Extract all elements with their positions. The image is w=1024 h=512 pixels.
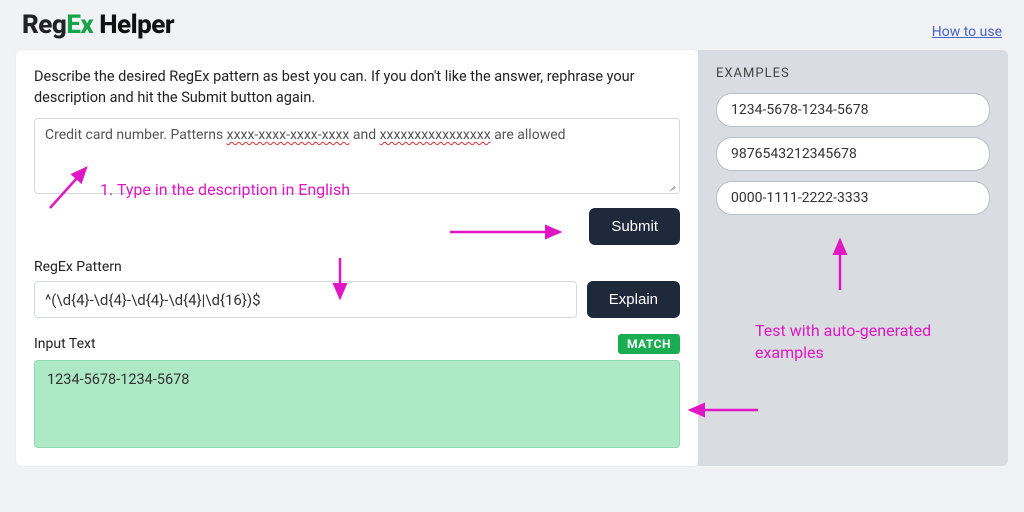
logo-suffix: Helper — [93, 10, 174, 40]
regex-pattern-input[interactable] — [34, 281, 577, 318]
logo-accent: Ex — [66, 10, 93, 40]
examples-heading: EXAMPLES — [716, 66, 990, 81]
regex-pattern-label: RegEx Pattern — [34, 259, 680, 275]
main-panel: Describe the desired RegEx pattern as be… — [16, 50, 698, 466]
submit-button[interactable]: Submit — [589, 208, 680, 245]
description-pattern2: xxxxxxxxxxxxxxxx — [380, 127, 491, 143]
description-pattern1: xxxx-xxxx-xxxx-xxxx — [227, 127, 350, 143]
match-badge: MATCH — [618, 334, 680, 354]
description-input[interactable]: Credit card number. Patterns xxxx-xxxx-x… — [34, 118, 680, 194]
input-text-value: 1234-5678-1234-5678 — [47, 371, 189, 388]
resize-handle-icon[interactable] — [667, 181, 677, 191]
description-text-part: Credit card number. Patterns — [45, 127, 227, 143]
example-item[interactable]: 1234-5678-1234-5678 — [716, 93, 990, 127]
example-item[interactable]: 0000-1111-2222-3333 — [716, 181, 990, 215]
explain-button[interactable]: Explain — [587, 281, 680, 318]
input-text-area[interactable]: 1234-5678-1234-5678 — [34, 360, 680, 448]
app-logo: RegEx Helper — [22, 10, 174, 40]
input-text-label: Input Text — [34, 336, 96, 352]
instructions-text: Describe the desired RegEx pattern as be… — [34, 66, 680, 108]
how-to-use-link[interactable]: How to use — [932, 24, 1002, 40]
example-item[interactable]: 9876543212345678 — [716, 137, 990, 171]
logo-prefix: Reg — [22, 10, 66, 40]
examples-panel: EXAMPLES 1234-5678-1234-5678 98765432123… — [698, 50, 1008, 466]
description-text-part: and — [349, 127, 379, 143]
description-text-part: are allowed — [491, 127, 566, 143]
